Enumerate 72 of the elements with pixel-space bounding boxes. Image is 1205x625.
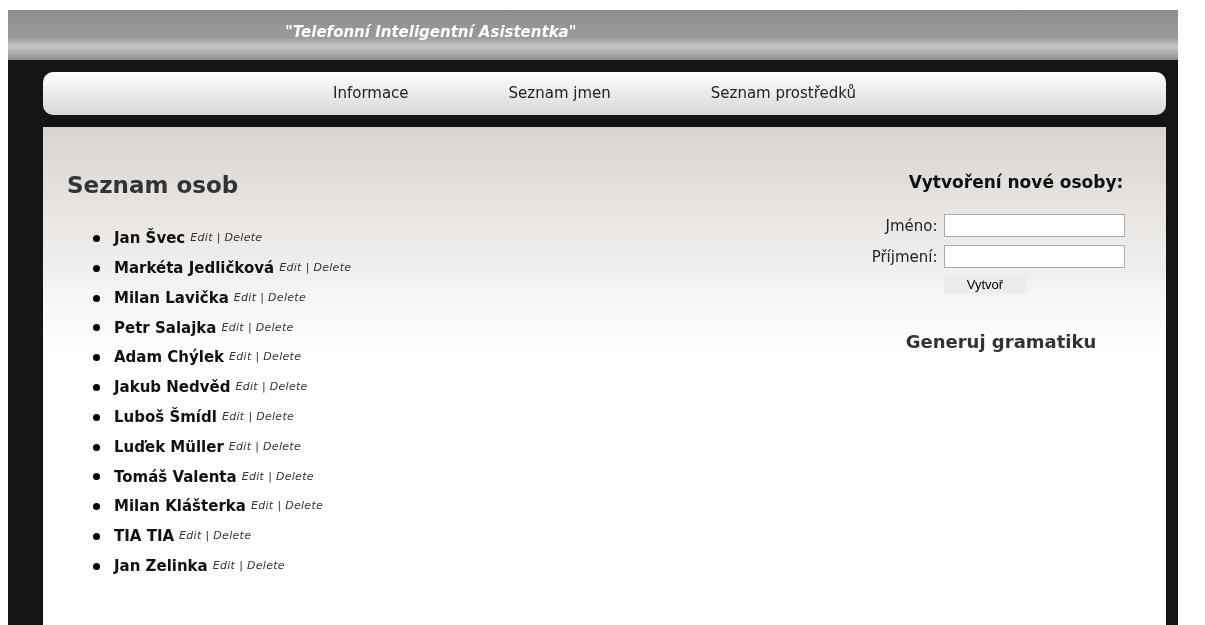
nav-link[interactable]: Informace: [333, 82, 409, 105]
separator: |: [248, 409, 253, 425]
delete-link[interactable]: Delete: [256, 409, 295, 426]
person-name: TIA TIA: [114, 526, 175, 548]
delete-link[interactable]: Delete: [275, 468, 314, 486]
field-label: Jméno:: [883, 215, 938, 237]
delete-link[interactable]: Delete: [255, 319, 294, 337]
edit-link[interactable]: Edit: [190, 230, 213, 247]
separator: |: [239, 558, 243, 574]
person-name: Jakub Nedvěd: [114, 377, 231, 399]
person-name: Milan Klášterka: [114, 496, 246, 518]
separator: |: [205, 528, 210, 545]
nav-link[interactable]: Seznam prostředků: [710, 82, 857, 105]
edit-link[interactable]: Edit: [212, 558, 236, 575]
person-name: Tomáš Valenta: [114, 466, 237, 488]
delete-link[interactable]: Delete: [263, 438, 301, 456]
field-label: Příjmení:: [870, 246, 938, 268]
bullet-icon: [93, 235, 100, 242]
create-button[interactable]: Vytvoř: [943, 274, 1027, 295]
delete-link[interactable]: Delete: [285, 498, 324, 515]
separator: |: [305, 260, 310, 277]
bullet-icon: [93, 383, 100, 391]
delete-link[interactable]: Delete: [269, 379, 308, 396]
delete-link[interactable]: Delete: [224, 230, 263, 247]
person-name: Markéta Jedličková: [114, 258, 275, 280]
person-name: Jan Zelinka: [114, 556, 208, 577]
edit-link[interactable]: Edit: [235, 379, 258, 396]
bullet-icon: [93, 354, 100, 362]
site-title: "Telefonní Inteligentní Asistentka": [285, 23, 577, 41]
edit-link[interactable]: Edit: [179, 528, 202, 545]
bullet-icon: [93, 562, 100, 570]
separator: |: [262, 379, 266, 396]
separator: |: [216, 230, 221, 247]
bullet-icon: [93, 294, 100, 302]
bullet-icon: [93, 264, 100, 272]
edit-link[interactable]: Edit: [279, 260, 302, 277]
delete-link[interactable]: Delete: [263, 349, 302, 366]
nav-link[interactable]: Seznam jmen: [508, 82, 611, 105]
text-field[interactable]: [943, 214, 1125, 238]
separator: |: [255, 438, 260, 455]
section-heading: Seznam osob: [67, 172, 240, 200]
bullet-icon: [93, 324, 100, 332]
delete-link[interactable]: Delete: [246, 558, 285, 575]
edit-link[interactable]: Edit: [221, 409, 245, 426]
bullet-icon: [93, 532, 100, 540]
bullet-icon: [93, 413, 100, 421]
bullet-icon: [93, 473, 100, 481]
person-name: Adam Chýlek: [114, 347, 225, 369]
edit-link[interactable]: Edit: [221, 319, 244, 337]
separator: |: [268, 468, 272, 485]
edit-link[interactable]: Edit: [241, 468, 265, 486]
bullet-icon: [93, 503, 100, 511]
separator: |: [247, 319, 252, 336]
generate-grammar-link[interactable]: Generuj gramatiku: [905, 328, 1097, 356]
edit-link[interactable]: Edit: [250, 498, 274, 515]
person-name: Milan Lavička: [114, 287, 229, 309]
delete-link[interactable]: Delete: [268, 289, 306, 307]
separator: |: [260, 289, 265, 306]
person-name: Luboš Šmídl: [114, 406, 217, 428]
delete-link[interactable]: Delete: [313, 260, 352, 277]
separator: |: [277, 498, 282, 515]
edit-link[interactable]: Edit: [228, 438, 252, 456]
edit-link[interactable]: Edit: [233, 289, 257, 307]
text-field[interactable]: [943, 245, 1125, 269]
edit-link[interactable]: Edit: [229, 349, 252, 366]
form-heading: Vytvoření nové osoby:: [908, 172, 1124, 193]
person-name: Luďek Müller: [114, 436, 224, 458]
separator: |: [255, 349, 260, 366]
delete-link[interactable]: Delete: [213, 528, 252, 545]
person-name: Jan Švec: [114, 227, 186, 250]
bullet-icon: [93, 443, 100, 451]
person-name: Petr Salajka: [114, 317, 217, 339]
